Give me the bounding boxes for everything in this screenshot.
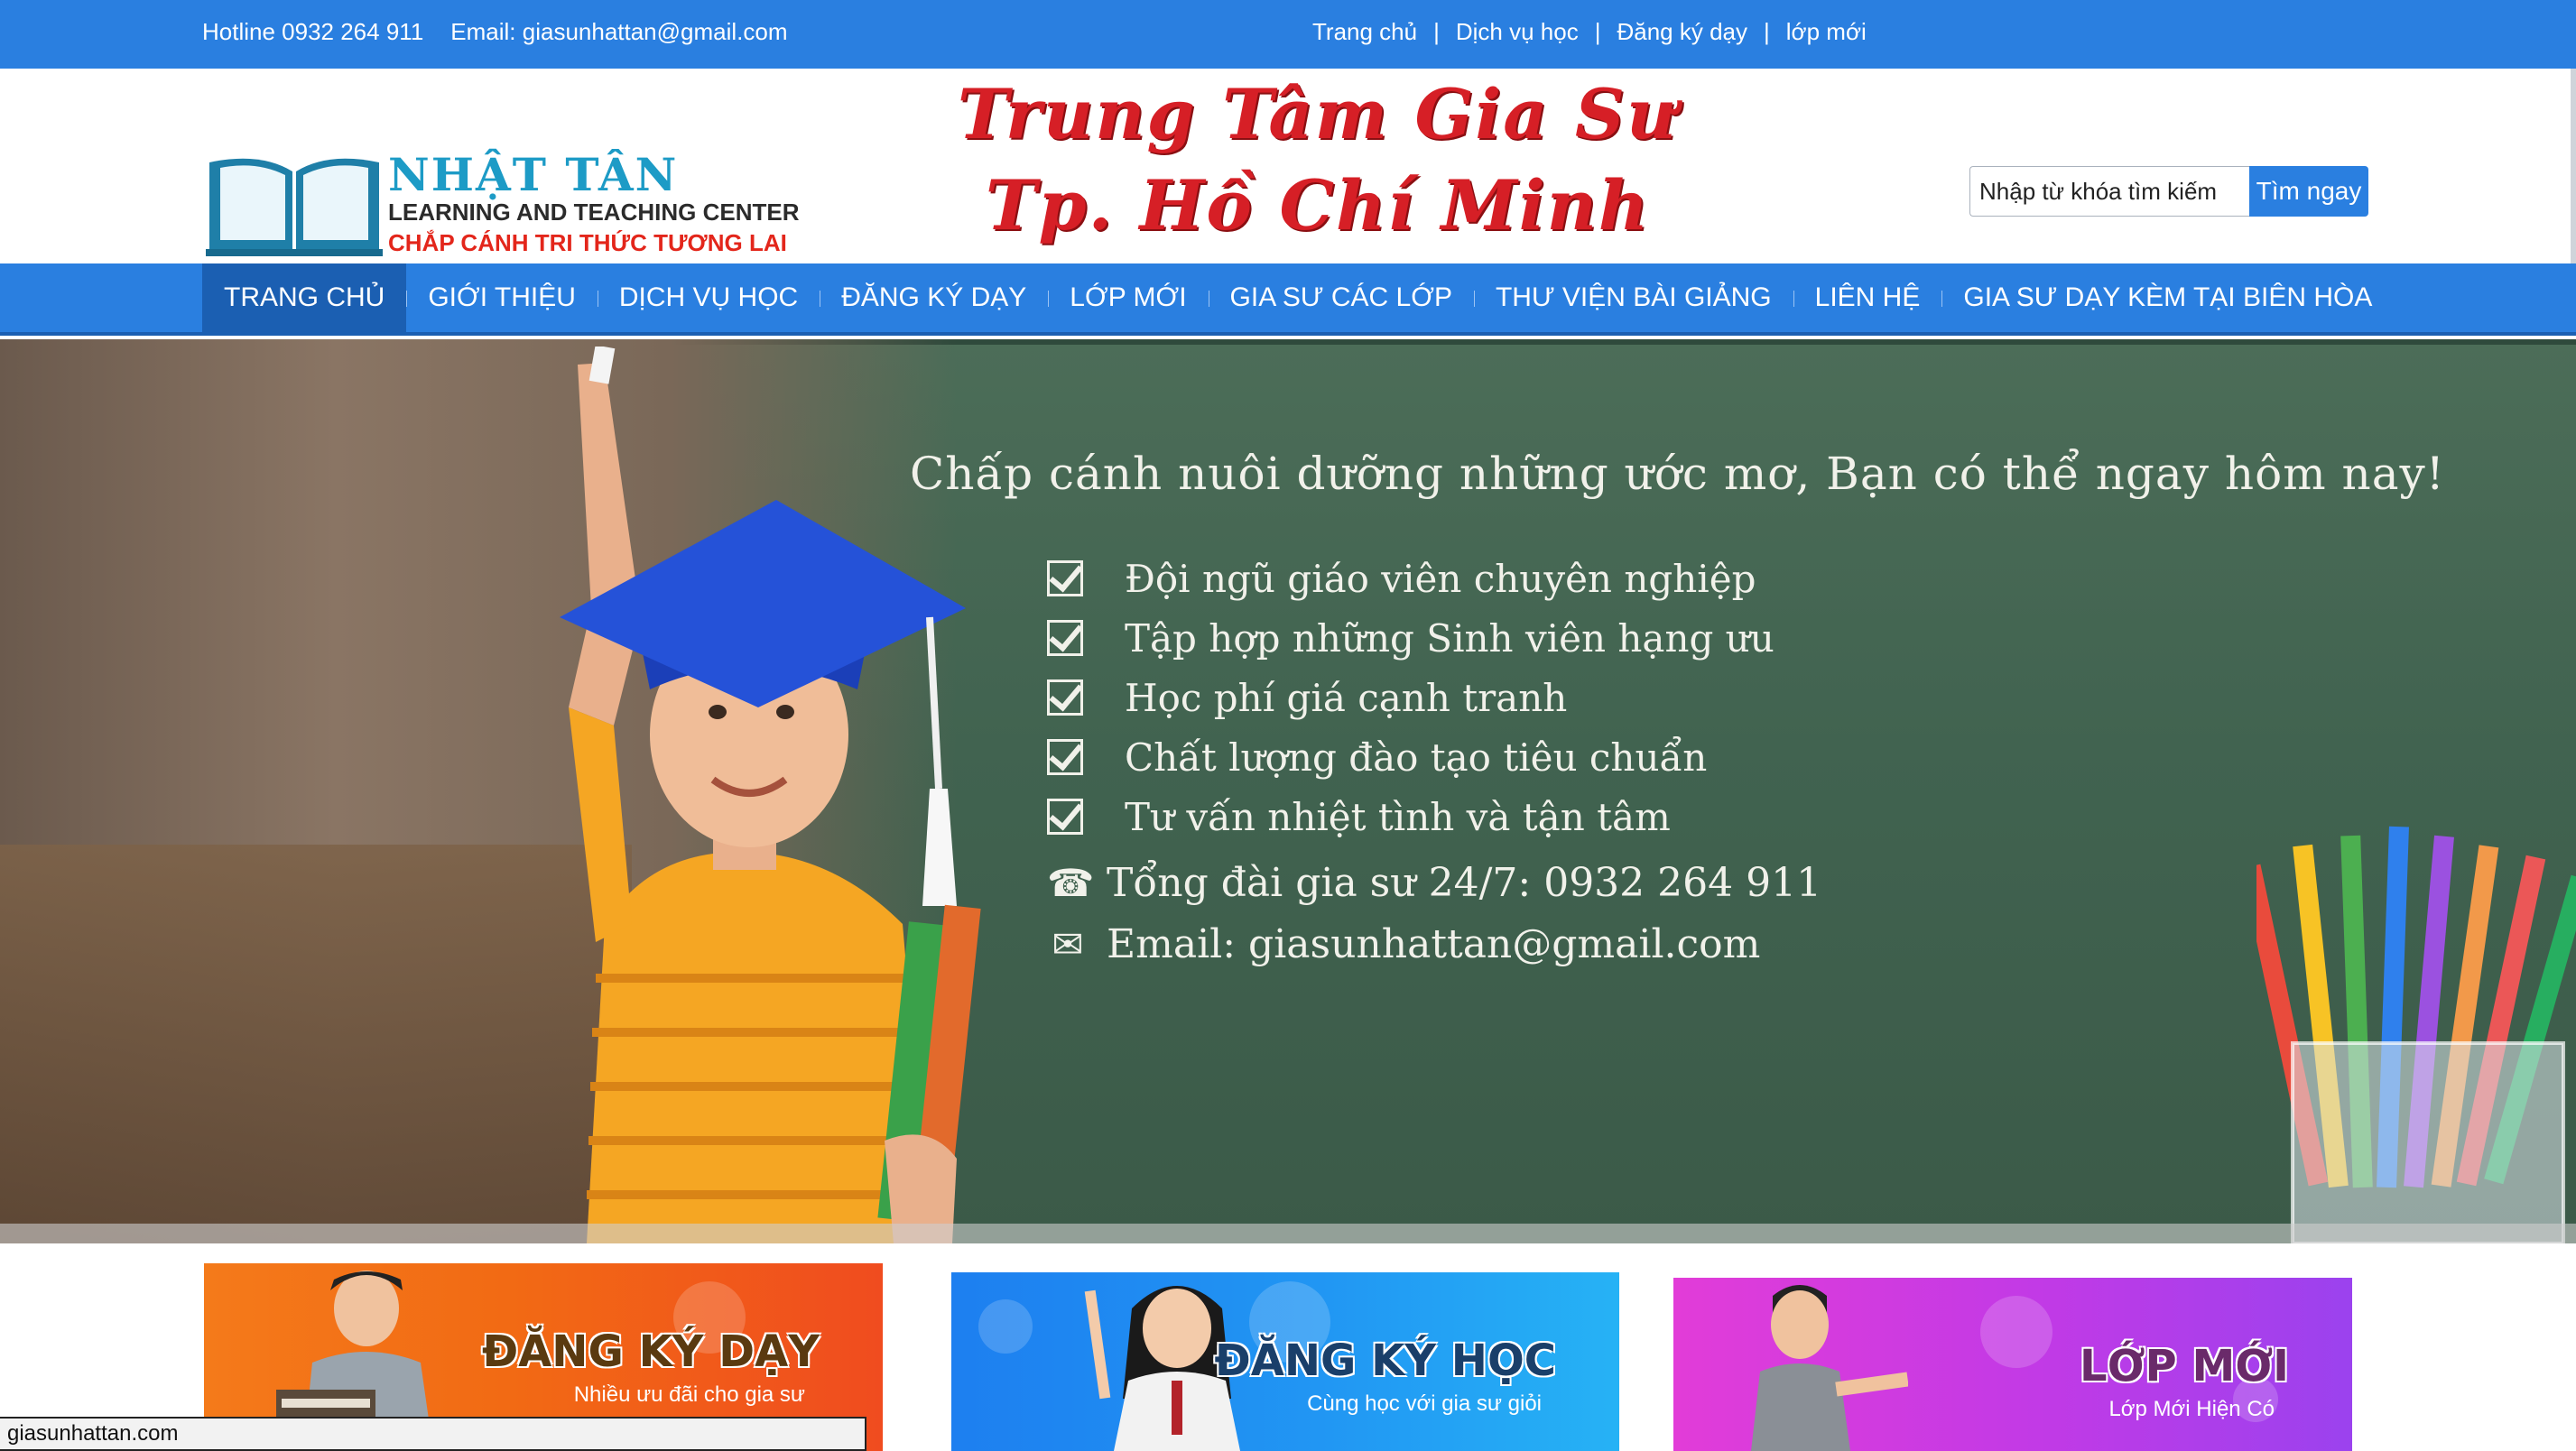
top-link-separator: | (1594, 17, 1601, 45)
checklist-item-text: Tư vấn nhiệt tình và tận tâm (1125, 794, 1671, 839)
logo-tagline-vi: CHẮP CÁNH TRI THỨC TƯƠNG LAI (388, 229, 787, 256)
top-contact-info: Hotline 0932 264 911 Email: giasunhattan… (202, 0, 788, 63)
nav-item-tutors-by-grade[interactable]: GIA SƯ CÁC LỚP (1208, 263, 1474, 332)
hotline-text: Hotline 0932 264 911 (202, 17, 424, 45)
banner-contact: ☎ Tổng đài gia sư 24/7: 0932 264 911 ✉ E… (1047, 852, 1821, 975)
checkbox-icon (1047, 739, 1083, 775)
top-link-new-classes[interactable]: lớp mới (1786, 18, 1867, 46)
card-subtitle: Nhiều ưu đãi cho gia sư (573, 1382, 805, 1407)
logo-tagline-en: LEARNING AND TEACHING CENTER (388, 199, 800, 226)
checklist-item-text: Học phí giá cạnh tranh (1125, 675, 1568, 720)
phone-icon: ☎ (1047, 860, 1095, 905)
search-button[interactable]: Tìm ngay (2249, 166, 2368, 217)
card-title: ĐĂNG KÝ HỌC (1214, 1335, 1556, 1386)
header-title: Trung Tâm Gia Sư Tp. Hồ Chí Minh (894, 69, 1742, 245)
nav-item-bien-hoa[interactable]: GIA SƯ DẠY KÈM TẠI BIÊN HÒA (1941, 263, 2394, 332)
card-title: LỚP MỚI (2080, 1341, 2289, 1391)
checklist-item: Tập hợp những Sinh viên hạng ưu (1047, 608, 1774, 668)
banner-email-text: Email: giasunhattan@gmail.com (1107, 920, 1761, 967)
banner-bottom-strip (0, 1224, 2576, 1243)
top-link-separator: | (1433, 17, 1440, 45)
header-title-line2: Tp. Hồ Chí Minh (985, 165, 1651, 245)
hero-banner: Chấp cánh nuôi dưỡng những ước mơ, Bạn c… (0, 339, 2576, 1243)
checkbox-icon (1047, 679, 1083, 716)
nav-item-services[interactable]: DỊCH VỤ HỌC (597, 263, 820, 332)
nav-item-about[interactable]: GIỚI THIỆU (406, 263, 598, 332)
banner-slogan: Chấp cánh nuôi dưỡng những ước mơ, Bạn c… (910, 448, 2445, 500)
nav-item-lecture-library[interactable]: THƯ VIỆN BÀI GIẢNG (1473, 263, 1793, 332)
checklist-item-text: Tập hợp những Sinh viên hạng ưu (1125, 615, 1774, 661)
pencil-cup-illustration (2256, 826, 2576, 1243)
card-new-classes[interactable]: LỚP MỚI Lớp Mới Hiện Có (1673, 1278, 2352, 1451)
nav-item-new-classes[interactable]: LỚP MỚI (1048, 263, 1208, 332)
open-book-icon (206, 158, 383, 256)
top-bar: Hotline 0932 264 911 Email: giasunhattan… (0, 0, 2576, 69)
banner-email-row: ✉ Email: giasunhattan@gmail.com (1047, 913, 1821, 975)
top-link-register-teach[interactable]: Đăng ký dạy (1617, 18, 1747, 46)
decor-bubble (1980, 1296, 2052, 1368)
card-register-study[interactable]: ĐĂNG KÝ HỌC Cùng học với gia sư giỏi (951, 1272, 1619, 1451)
checklist-item-text: Đội ngũ giáo viên chuyên nghiệp (1125, 556, 1756, 601)
main-nav: TRANG CHỦ GIỚI THIỆU DỊCH VỤ HỌC ĐĂNG KÝ… (0, 263, 2576, 336)
checklist-item: Đội ngũ giáo viên chuyên nghiệp (1047, 549, 1774, 608)
checklist-item: Chất lượng đào tạo tiêu chuẩn (1047, 727, 1774, 787)
top-link-separator: | (1764, 17, 1770, 45)
decor-bubble (978, 1299, 1033, 1354)
benefits-checklist: Đội ngũ giáo viên chuyên nghiệp Tập hợp … (1047, 549, 1774, 846)
card-subtitle: Cùng học với gia sư giỏi (1307, 1391, 1542, 1416)
nav-item-home[interactable]: TRANG CHỦ (202, 263, 407, 332)
top-link-services[interactable]: Dịch vụ học (1456, 18, 1579, 46)
banner-phone-row: ☎ Tổng đài gia sư 24/7: 0932 264 911 (1047, 852, 1821, 913)
site-header: NHẬT TÂN LEARNING AND TEACHING CENTER CH… (0, 69, 2576, 263)
top-email-text: Email: giasunhattan@gmail.com (450, 17, 788, 45)
checklist-item-text: Chất lượng đào tạo tiêu chuẩn (1125, 735, 1708, 780)
envelope-icon: ✉ (1052, 921, 1084, 966)
logo-brand: NHẬT TÂN (388, 148, 679, 201)
status-url-bar: giasunhattan.com (0, 1417, 866, 1451)
card-subtitle: Lớp Mới Hiện Có (2108, 1397, 2275, 1421)
teacher-pointing-illustration (1751, 1285, 1908, 1451)
nav-item-contact[interactable]: LIÊN HỆ (1793, 263, 1942, 332)
card-title: ĐĂNG KÝ DẠY (481, 1326, 820, 1377)
header-title-line1: Trung Tâm Gia Sư (957, 74, 1679, 154)
checkbox-icon (1047, 799, 1083, 835)
site-logo[interactable]: NHẬT TÂN LEARNING AND TEACHING CENTER CH… (202, 105, 807, 258)
top-links: Trang chủ | Dịch vụ học | Đăng ký dạy | … (1312, 0, 1867, 63)
checklist-item: Học phí giá cạnh tranh (1047, 668, 1774, 727)
checkbox-icon (1047, 560, 1083, 596)
top-link-home[interactable]: Trang chủ (1312, 18, 1417, 46)
checklist-item: Tư vấn nhiệt tình và tận tâm (1047, 787, 1774, 846)
checkbox-icon (1047, 620, 1083, 656)
search-input[interactable] (1969, 166, 2249, 217)
search-form: Tìm ngay (1969, 166, 2368, 217)
nav-item-register-teach[interactable]: ĐĂNG KÝ DẠY (820, 263, 1048, 332)
banner-phone-text: Tổng đài gia sư 24/7: 0932 264 911 (1107, 859, 1822, 906)
